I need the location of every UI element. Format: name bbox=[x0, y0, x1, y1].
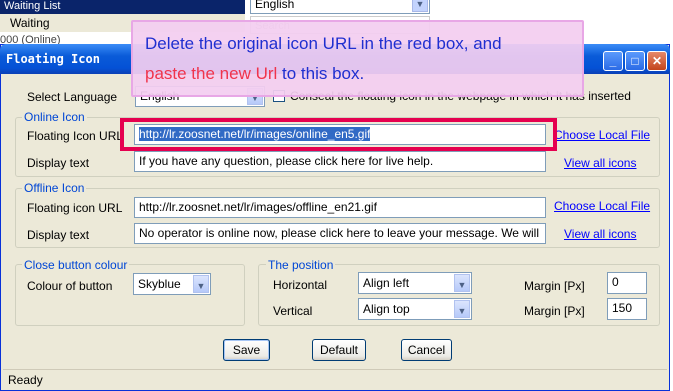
horizontal-select-value: Align left bbox=[363, 276, 410, 290]
online-icon-group-title: Online Icon bbox=[22, 110, 87, 124]
background-language-select[interactable]: English ▼ bbox=[250, 0, 430, 14]
vertical-label: Vertical bbox=[273, 304, 313, 318]
online-view-all-icons-link[interactable]: View all icons bbox=[564, 156, 636, 170]
callout-line-2: paste the new Url to this box. bbox=[145, 59, 570, 89]
callout-line-2-red: paste the new Url bbox=[145, 64, 278, 83]
default-button[interactable]: Default bbox=[312, 339, 366, 361]
online-choose-local-file-link[interactable]: Choose Local File bbox=[554, 128, 650, 142]
colour-of-button-label: Colour of button bbox=[27, 279, 113, 293]
select-language-label: Select Language bbox=[27, 90, 118, 104]
chevron-down-icon: ▼ bbox=[454, 274, 470, 292]
minimize-icon: _ bbox=[609, 54, 617, 68]
horizontal-select[interactable]: Align left ▼ bbox=[358, 272, 472, 294]
save-button[interactable]: Save bbox=[223, 339, 270, 361]
position-group-title: The position bbox=[266, 258, 336, 272]
annotation-callout: Delete the original icon URL in the red … bbox=[131, 20, 584, 97]
margin-horizontal-input[interactable]: 0 bbox=[607, 272, 647, 294]
horizontal-label: Horizontal bbox=[273, 278, 328, 292]
offline-url-input[interactable]: http://lr.zoosnet.net/lr/images/offline_… bbox=[134, 197, 546, 218]
maximize-button[interactable]: □ bbox=[625, 51, 645, 71]
offline-display-text-input[interactable]: No operator is online now, please click … bbox=[134, 223, 546, 244]
close-button[interactable]: ✕ bbox=[647, 51, 667, 71]
window-title: Floating Icon bbox=[6, 52, 100, 66]
colour-select-value: Skyblue bbox=[138, 277, 181, 291]
chevron-down-icon: ▼ bbox=[193, 275, 209, 293]
margin-vertical-input[interactable]: 150 bbox=[607, 298, 647, 320]
offline-url-label: Floating icon URL bbox=[27, 201, 123, 215]
close-icon: ✕ bbox=[651, 54, 663, 68]
online-url-label: Floating Icon URL bbox=[27, 129, 124, 143]
offline-icon-group-title: Offline Icon bbox=[22, 181, 87, 195]
cancel-button[interactable]: Cancel bbox=[401, 339, 452, 361]
maximize-icon: □ bbox=[631, 54, 639, 68]
offline-view-all-icons-link[interactable]: View all icons bbox=[564, 227, 636, 241]
margin-horizontal-label: Margin [Px] bbox=[524, 279, 585, 293]
online-display-text-input[interactable]: If you have any question, please click h… bbox=[134, 151, 546, 172]
waiting-list-header: Waiting List bbox=[0, 0, 245, 14]
online-display-text-label: Display text bbox=[27, 156, 90, 170]
chevron-down-icon: ▼ bbox=[412, 0, 428, 12]
callout-line-1: Delete the original icon URL in the red … bbox=[145, 34, 502, 53]
status-bar: Ready bbox=[3, 369, 667, 389]
vertical-select-value: Align top bbox=[363, 302, 410, 316]
vertical-select[interactable]: Align top ▼ bbox=[358, 298, 472, 320]
annotation-red-box bbox=[120, 118, 557, 151]
colour-select[interactable]: Skyblue ▼ bbox=[133, 273, 211, 295]
callout-line-2-blue: to this box. bbox=[277, 64, 365, 83]
offline-choose-local-file-link[interactable]: Choose Local File bbox=[554, 199, 650, 213]
minimize-button[interactable]: _ bbox=[603, 51, 623, 71]
chevron-down-icon: ▼ bbox=[454, 300, 470, 318]
margin-vertical-label: Margin [Px] bbox=[524, 304, 585, 318]
background-language-value: English bbox=[255, 0, 295, 11]
offline-display-text-label: Display text bbox=[27, 228, 90, 242]
close-button-colour-group-title: Close button colour bbox=[22, 258, 130, 272]
